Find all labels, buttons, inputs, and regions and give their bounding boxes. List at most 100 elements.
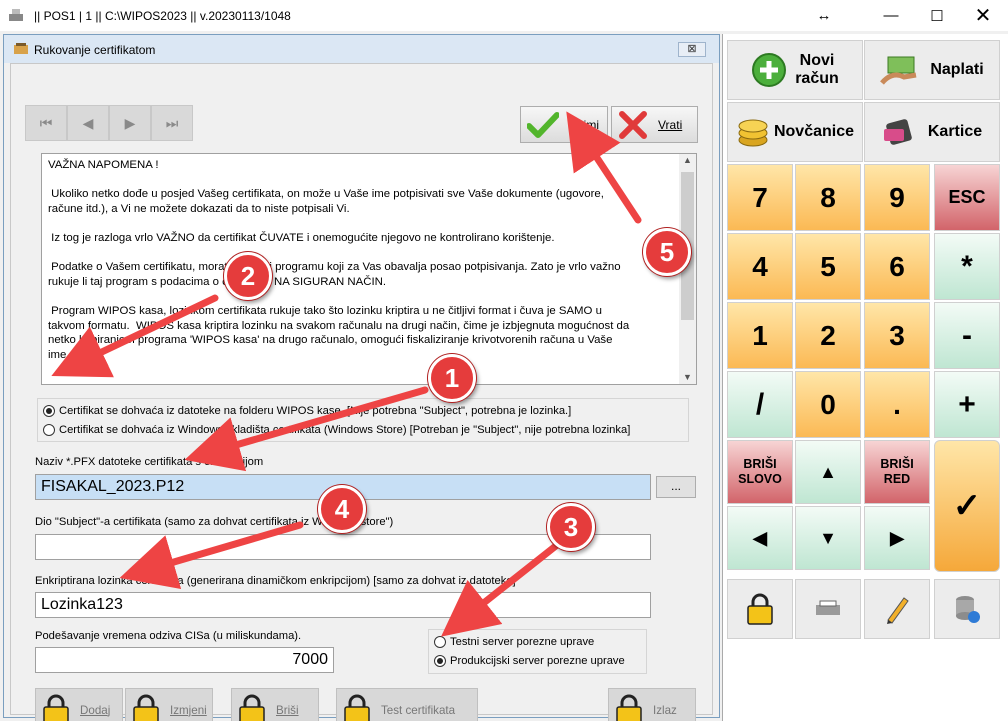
key-label: - [962,318,972,352]
key-3[interactable]: 3 [864,302,930,369]
back-button[interactable]: Vrati [611,106,698,143]
arrow-right-button[interactable]: ▶ [864,506,930,570]
key-label: 6 [889,250,905,282]
badge-4: 4 [318,485,366,533]
arrow-up-button[interactable]: ▲ [795,440,861,504]
dialog-title: Rukovanje certifikatom [34,43,156,57]
plus-button[interactable]: + [934,371,1000,438]
radio-dot [43,424,55,436]
prev-record-button[interactable]: ◀ [67,105,109,141]
cert-source-file-radio[interactable]: Certifikat se dohvaća iz datoteke na fol… [43,405,571,417]
key-1[interactable]: 1 [727,302,793,369]
dialog-close-button[interactable]: ⊠ [678,42,706,57]
badge-3: 3 [547,503,595,551]
radio-dot [434,655,446,667]
triangle-right-icon: ▶ [890,527,904,548]
server-group: Testni server porezne uprave Produkcijsk… [428,629,647,674]
key-9[interactable]: 9 [864,164,930,231]
banknotes-label: Novčanice [773,123,855,140]
delete-row-label: BRIŠI RED [880,457,914,486]
arrow-down-button[interactable]: ▼ [795,506,861,570]
dialog-body: ⏮ ◀ ▶ ⏭ Snimi Vrati VAŽNA NAPOMENA ! Uko… [10,63,713,721]
new-receipt-button[interactable]: Novi račun [727,40,863,100]
lock-button[interactable] [727,579,793,639]
triangle-left-icon: ◀ [753,527,767,548]
maximize-button[interactable]: ☐ [914,0,960,31]
checkmark-icon [527,111,559,138]
divide-button[interactable]: / [727,371,793,438]
save-button[interactable]: Snimi [520,106,608,143]
badge-5: 5 [643,228,691,276]
close-button[interactable]: ✕ [960,0,1006,31]
cards-button[interactable]: Kartice [864,102,1000,162]
cert-source-store-radio[interactable]: Certifikat se dohvaća iz Windows skladiš… [43,424,630,436]
scroll-up-icon[interactable]: ▲ [683,155,692,165]
pay-label: Naplati [930,61,984,78]
printer-button[interactable] [795,579,861,639]
exit-button[interactable]: Izlaz [608,688,696,721]
badge-2: 2 [224,252,272,300]
banknotes-button[interactable]: Novčanice [727,102,863,162]
lock-icon [43,694,69,721]
last-record-button[interactable]: ⏭ [151,105,193,141]
certificate-dialog: Rukovanje certifikatom ⊠ ⏮ ◀ ▶ ⏭ Snimi V… [3,34,720,721]
radio-dot [43,405,55,417]
database-button[interactable] [934,579,1000,639]
pay-button[interactable]: Naplati [864,40,1000,100]
key-label: 9 [889,181,905,213]
key-label: * [961,249,973,283]
lock-icon [344,694,370,721]
server-test-radio[interactable]: Testni server porezne uprave [434,636,594,648]
server-prod-radio[interactable]: Produkcijski server porezne uprave [434,655,625,667]
resize-icon[interactable]: ↔ [801,0,847,31]
esc-button[interactable]: ESC [934,164,1000,231]
delete-row-button[interactable]: BRIŠI RED [864,440,930,504]
key-label: 7 [752,181,768,213]
next-record-button[interactable]: ▶ [109,105,151,141]
key-7[interactable]: 7 [727,164,793,231]
key-2[interactable]: 2 [795,302,861,369]
delete-char-label: BRIŠI SLOVO [738,457,782,486]
pfx-label: Naziv *.PFX datoteke certifikata s ekste… [35,456,264,468]
server-prod-label: Produkcijski server porezne uprave [450,655,625,667]
arrow-left-button[interactable]: ◀ [727,506,793,570]
test-certificate-button[interactable]: Test certifikata [336,688,478,721]
server-test-label: Testni server porezne uprave [450,636,595,648]
key-0[interactable]: 0 [795,371,861,438]
key-label: . [893,388,901,420]
minimize-button[interactable]: — [868,0,914,31]
password-value: Lozinka123 [41,596,123,613]
back-label: Vrati [658,117,683,132]
cert-source-store-label: Certifikat se dohvaća iz Windows skladiš… [59,424,631,436]
timeout-field[interactable]: 7000 [35,647,334,673]
delete-button[interactable]: Briši [231,688,319,721]
key-8[interactable]: 8 [795,164,861,231]
key-label: 8 [820,181,836,213]
window-titlebar: || POS1 | 1 || C:\WIPOS2023 || v.2023011… [0,0,1008,31]
edit-button[interactable]: Izmjeni [125,688,213,721]
lock-icon [616,694,642,721]
edit-pencil-button[interactable] [864,579,930,639]
delete-char-button[interactable]: BRIŠI SLOVO [727,440,793,504]
confirm-button[interactable]: ✓ [934,440,1000,572]
first-record-button[interactable]: ⏮ [25,105,67,141]
important-note-box[interactable]: VAŽNA NAPOMENA ! Ukoliko netko dođe u po… [41,153,697,385]
printer-icon [816,600,840,615]
key-label: 1 [752,319,768,351]
lock-icon [747,593,773,625]
important-note-text: VAŽNA NAPOMENA ! Ukoliko netko dođe u po… [48,159,630,361]
decimal-button[interactable]: . [864,371,930,438]
lock-icon [133,694,159,721]
password-field[interactable]: Lozinka123 [35,592,651,618]
minus-button[interactable]: - [934,302,1000,369]
key-5[interactable]: 5 [795,233,861,300]
password-label: Enkriptirana lozinka certifikata (generi… [35,575,516,587]
save-label: Snimi [569,117,600,132]
key-6[interactable]: 6 [864,233,930,300]
multiply-button[interactable]: * [934,233,1000,300]
scroll-down-icon[interactable]: ▼ [683,372,692,382]
window-title: || POS1 | 1 || C:\WIPOS2023 || v.2023011… [34,9,291,23]
browse-button[interactable]: ... [656,476,696,498]
key-4[interactable]: 4 [727,233,793,300]
add-button[interactable]: Dodaj [35,688,123,721]
